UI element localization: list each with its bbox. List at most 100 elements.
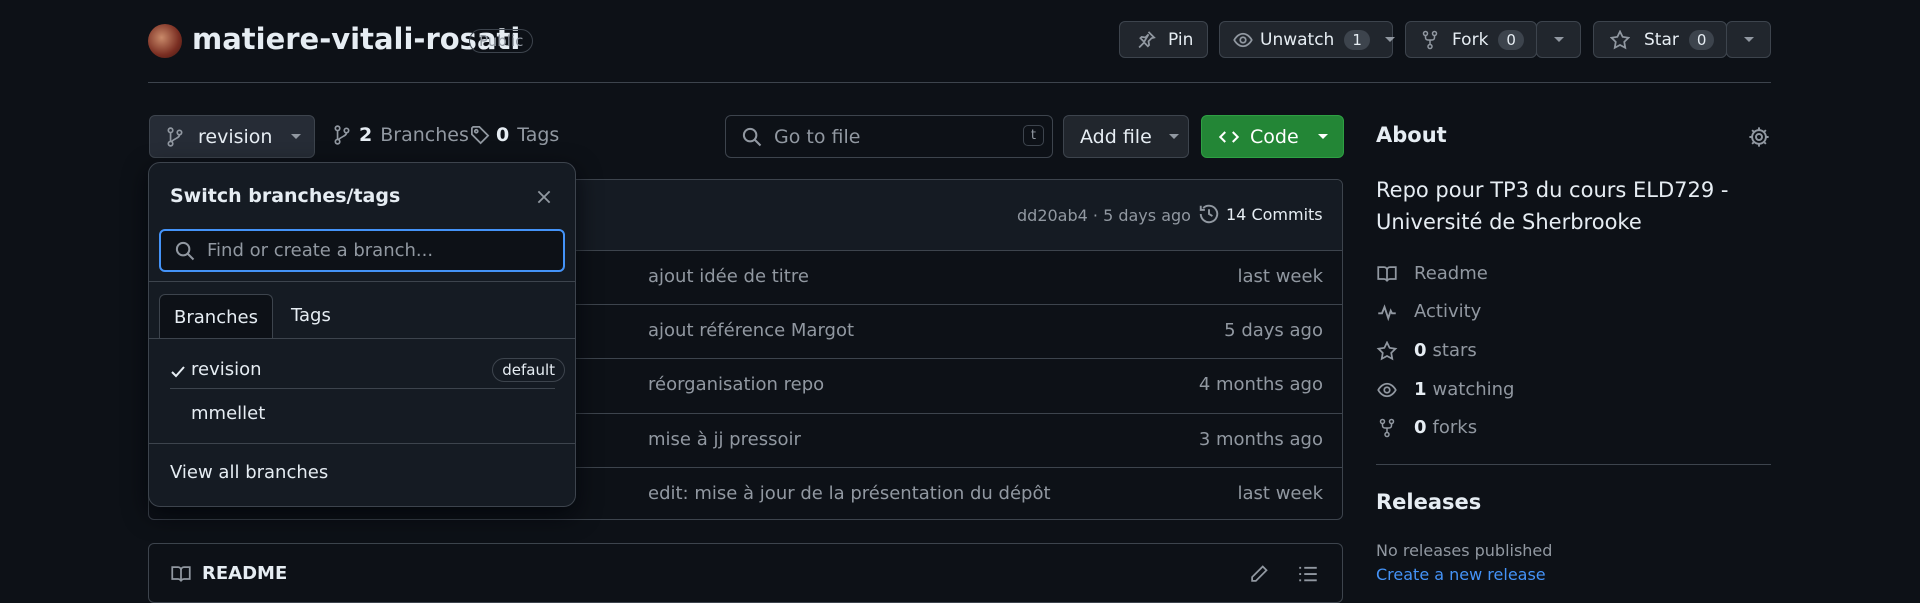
view-all-branches-link[interactable]: View all branches: [170, 462, 328, 483]
unwatch-count: 1: [1344, 29, 1370, 50]
branches-label: Branches: [380, 124, 469, 146]
commit-message[interactable]: ajout référence Margot: [648, 320, 854, 341]
commits-label: 14 Commits: [1226, 204, 1323, 224]
sidebar-divider: [1376, 464, 1771, 465]
readme-header[interactable]: README: [170, 563, 287, 584]
commit-message[interactable]: réorganisation repo: [648, 374, 824, 395]
branch-item-name: mmellet: [191, 403, 266, 424]
commit-date: 5 days ago: [1224, 320, 1323, 341]
activity-link[interactable]: Activity: [1376, 301, 1481, 322]
history-icon: [1198, 203, 1220, 225]
branch-name: revision: [198, 125, 273, 148]
fork-icon: [1422, 30, 1438, 50]
tab-tags-label: Tags: [291, 305, 331, 326]
tags-link[interactable]: 0 Tags: [470, 124, 559, 146]
branch-item-revision[interactable]: revision default: [159, 353, 565, 391]
header-divider: [148, 82, 1771, 83]
stars-label: stars: [1432, 340, 1477, 361]
unwatch-label: Unwatch: [1260, 29, 1335, 50]
book-icon: [170, 564, 192, 584]
no-releases-text: No releases published: [1376, 541, 1553, 560]
go-to-file-input[interactable]: Go to file t: [725, 115, 1053, 158]
popup-footer-divider: [149, 443, 575, 444]
about-description: Repo pour TP3 du cours ELD729 - Universi…: [1376, 178, 1729, 234]
gear-icon[interactable]: [1748, 126, 1770, 148]
about-title: About: [1376, 123, 1447, 147]
latest-commit-hash[interactable]: dd20ab4 · 5 days ago: [1017, 206, 1191, 225]
add-file-label: Add file: [1080, 125, 1152, 148]
watching-link[interactable]: 1 watching: [1376, 379, 1514, 400]
commit-message[interactable]: ajout idée de titre: [648, 266, 809, 287]
commit-message[interactable]: edit: mise à jour de la présentation du …: [648, 483, 1051, 504]
pin-label: Pin: [1168, 29, 1194, 50]
search-icon: [175, 241, 195, 261]
eye-icon: [1232, 30, 1254, 50]
commit-date: 3 months ago: [1198, 429, 1323, 450]
activity-label: Activity: [1414, 301, 1482, 322]
star-icon: [1376, 340, 1414, 361]
add-file-button[interactable]: Add file: [1063, 115, 1189, 158]
star-label: Star: [1644, 29, 1679, 50]
go-to-file-placeholder: Go to file: [774, 125, 861, 148]
readme-box: [148, 543, 1343, 603]
search-icon: [742, 127, 762, 147]
git-branch-icon: [333, 125, 351, 145]
commit-message[interactable]: mise à jj pressoir: [648, 429, 801, 450]
chevron-down-icon: [1553, 36, 1565, 44]
tags-label: Tags: [517, 124, 560, 146]
branch-item-divider: [170, 388, 555, 389]
forks-link[interactable]: 0 forks: [1376, 417, 1477, 438]
popup-title: Switch branches/tags: [170, 185, 401, 207]
pencil-icon[interactable]: [1249, 564, 1269, 584]
releases-title[interactable]: Releases: [1376, 490, 1481, 514]
visibility-badge: Public: [469, 29, 534, 53]
branch-item-mmellet[interactable]: mmellet: [159, 397, 565, 435]
git-branch-icon: [166, 126, 184, 147]
list-icon[interactable]: [1298, 564, 1318, 584]
pin-icon: [1136, 30, 1156, 50]
chevron-down-icon: [1168, 133, 1180, 141]
tag-icon: [470, 125, 490, 145]
unwatch-button[interactable]: Unwatch 1: [1219, 21, 1396, 58]
create-release-link[interactable]: Create a new release: [1376, 565, 1546, 584]
fork-count: 0: [1498, 29, 1524, 50]
branch-item-name: revision: [191, 359, 262, 380]
fork-icon: [1376, 418, 1414, 438]
branches-link[interactable]: 2 Branches: [333, 124, 469, 146]
repo-avatar[interactable]: [148, 24, 182, 58]
code-icon: [1218, 127, 1240, 147]
fork-label: Fork: [1452, 29, 1489, 50]
branch-search-input[interactable]: Find or create a branch...: [159, 229, 565, 272]
watching-label: watching: [1432, 379, 1515, 400]
watching-count: 1: [1414, 379, 1427, 400]
star-count: 0: [1688, 29, 1715, 50]
default-badge: default: [492, 358, 565, 382]
close-icon[interactable]: [535, 188, 553, 206]
chevron-down-icon: [1317, 133, 1329, 141]
pin-button[interactable]: Pin: [1119, 21, 1208, 58]
forks-count: 0: [1414, 417, 1427, 438]
stars-count: 0: [1414, 340, 1427, 361]
readme-link[interactable]: Readme: [1376, 263, 1488, 284]
forks-label: forks: [1432, 417, 1478, 438]
star-dropdown-button[interactable]: [1726, 21, 1771, 58]
commit-date: 4 months ago: [1198, 374, 1323, 395]
stars-link[interactable]: 0 stars: [1376, 340, 1477, 361]
tabs-divider: [149, 338, 575, 339]
chevron-down-icon[interactable]: [1384, 36, 1396, 44]
book-icon: [1376, 264, 1414, 284]
branch-select-button[interactable]: revision: [149, 115, 315, 158]
tab-branches[interactable]: Branches: [159, 294, 273, 339]
star-button[interactable]: Star 0: [1593, 21, 1727, 58]
fork-dropdown-button[interactable]: [1536, 21, 1581, 58]
fork-button[interactable]: Fork 0: [1405, 21, 1537, 58]
tab-tags[interactable]: Tags: [291, 305, 331, 326]
commits-link[interactable]: 14 Commits: [1198, 203, 1323, 225]
readme-label: Readme: [1414, 263, 1488, 284]
code-button[interactable]: Code: [1201, 115, 1344, 158]
pulse-icon: [1376, 302, 1414, 322]
commit-date: last week: [1237, 266, 1323, 287]
branch-search-placeholder: Find or create a branch...: [207, 240, 434, 261]
branch-switcher-popup: Switch branches/tags Find or create a br…: [148, 162, 576, 507]
branches-count: 2: [359, 124, 373, 146]
